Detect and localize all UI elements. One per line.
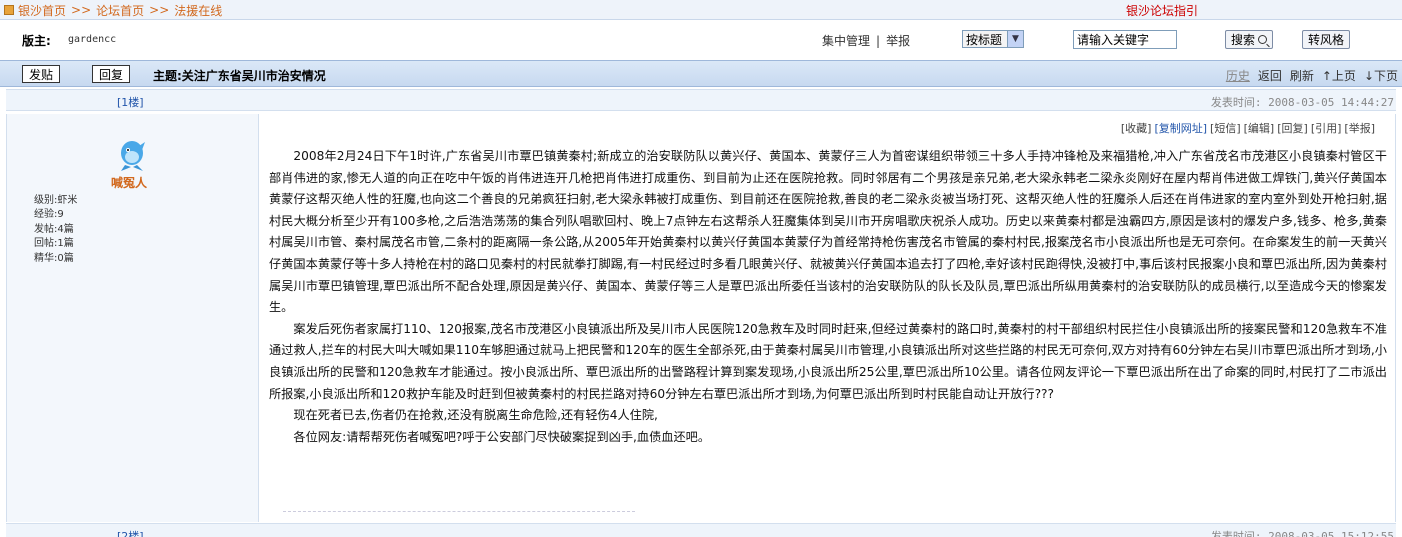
chevron-down-icon: ▼: [1007, 31, 1023, 47]
post-content: 2008年2月24日下午1时许,广东省吴川市覃巴镇黄秦村;新成立的治安联防队以黄…: [269, 146, 1387, 448]
switch-style-button[interactable]: 转风格: [1302, 30, 1350, 49]
moderator-links: 集中管理 | 举报: [822, 32, 910, 49]
post-paragraph: 案发后死伤者家属打110、120报案,茂名市茂港区小良镇派出所及吴川市人民医院1…: [269, 321, 1387, 401]
topic-toolbar: 发贴 回复 主题:关注广东省吴川市治安情况 历史 返回 刷新 ↑上页 ↓下页: [0, 60, 1402, 87]
user-post-count: 发帖:4篇: [34, 223, 74, 235]
post-paragraph: 2008年2月24日下午1时许,广东省吴川市覃巴镇黄秦村;新成立的治安联防队以黄…: [269, 149, 1387, 315]
user-level: 级别:虾米: [34, 195, 78, 206]
breadcrumb-board-link[interactable]: 法援在线: [174, 2, 222, 19]
dolphin-avatar-icon[interactable]: [117, 138, 147, 172]
user-elite-count: 精华:0篇: [34, 252, 74, 264]
floor-number[interactable]: [1楼]: [117, 94, 144, 110]
prev-page-link[interactable]: ↑上页: [1322, 67, 1356, 84]
search-button[interactable]: 搜索: [1225, 30, 1273, 49]
breadcrumb-home-link[interactable]: 银沙首页: [18, 2, 66, 19]
author-name[interactable]: 喊冤人: [111, 174, 147, 191]
reply-button[interactable]: 回复: [92, 65, 130, 83]
refresh-link[interactable]: 刷新: [1290, 67, 1314, 84]
keyword-input[interactable]: [1073, 30, 1177, 49]
search-mode-value: 按标题: [966, 32, 1003, 47]
next-page-link[interactable]: ↓下页: [1364, 67, 1398, 84]
floor-number[interactable]: [2楼]: [117, 528, 144, 537]
signature-divider: [283, 511, 635, 512]
post-paragraph: 各位网友:请帮帮死伤者喊冤吧?呼于公安部门尽快破案捉到凶手,血债血还吧。: [293, 429, 711, 444]
post: 喊冤人 级别:虾米 经验:9 发帖:4篇 回帖:1篇 精华:0篇 [收藏] [复…: [6, 114, 1396, 522]
post-time: 发表时间: 2008-03-05 15:12:55: [1210, 530, 1394, 537]
copy-url-link[interactable]: [复制网址]: [1154, 120, 1207, 136]
history-link[interactable]: 历史: [1226, 67, 1250, 84]
moderator-bar: 版主: gardencc 集中管理 | 举报 按标题 ▼ 搜索 转风格: [0, 21, 1402, 57]
message-link[interactable]: [短信]: [1210, 120, 1241, 136]
favorite-link[interactable]: [收藏]: [1121, 120, 1152, 136]
search-icon: [1258, 35, 1267, 44]
new-post-button[interactable]: 发贴: [22, 65, 60, 83]
moderator-name[interactable]: gardencc: [68, 34, 116, 45]
report-link[interactable]: 举报: [886, 34, 910, 48]
post-header-row: [2楼] 发表时间: 2008-03-05 15:12:55: [6, 523, 1396, 537]
search-button-label: 搜索: [1230, 33, 1255, 47]
report-post-link[interactable]: [举报]: [1344, 120, 1375, 136]
forum-guide-link[interactable]: 银沙论坛指引: [1126, 2, 1198, 19]
post-header-row: [1楼] 发表时间: 2008-03-05 14:44:27: [6, 89, 1396, 111]
topic-navigation: 历史 返回 刷新 ↑上页 ↓下页: [1226, 67, 1398, 84]
link-divider: |: [876, 34, 881, 48]
user-experience: 经验:9: [34, 209, 64, 221]
search-mode-select[interactable]: 按标题 ▼: [962, 30, 1024, 48]
user-panel: 喊冤人 级别:虾米 经验:9 发帖:4篇 回帖:1篇 精华:0篇: [7, 114, 259, 522]
user-reply-count: 回帖:1篇: [34, 238, 74, 250]
home-icon: [4, 5, 14, 15]
top-breadcrumb-bar: 银沙首页 >> 论坛首页 >> 法援在线 银沙论坛指引: [0, 0, 1402, 20]
breadcrumb-forum-link[interactable]: 论坛首页: [96, 2, 144, 19]
edit-link[interactable]: [编辑]: [1244, 120, 1275, 136]
post-time: 发表时间: 2008-03-05 14:44:27: [1210, 96, 1394, 109]
breadcrumb-separator: >>: [149, 3, 170, 17]
back-link[interactable]: 返回: [1258, 67, 1282, 84]
user-stats: 级别:虾米 经验:9 发帖:4篇 回帖:1篇 精华:0篇: [34, 194, 77, 266]
breadcrumb: 银沙首页 >> 论坛首页 >> 法援在线: [4, 2, 222, 18]
manage-link[interactable]: 集中管理: [822, 34, 870, 48]
moderator-label: 版主:: [22, 34, 51, 48]
quote-link[interactable]: [引用]: [1311, 120, 1342, 136]
topic-title: 主题:关注广东省吴川市治安情况: [153, 69, 326, 83]
post-paragraph: 现在死者已去,伤者仍在抢救,还没有脱离生命危险,还有轻伤4人住院,: [293, 408, 658, 423]
post-actions: [收藏] [复制网址] [短信] [编辑] [回复] [引用] [举报]: [1121, 120, 1375, 136]
breadcrumb-separator: >>: [71, 3, 92, 17]
reply-link[interactable]: [回复]: [1277, 120, 1308, 136]
